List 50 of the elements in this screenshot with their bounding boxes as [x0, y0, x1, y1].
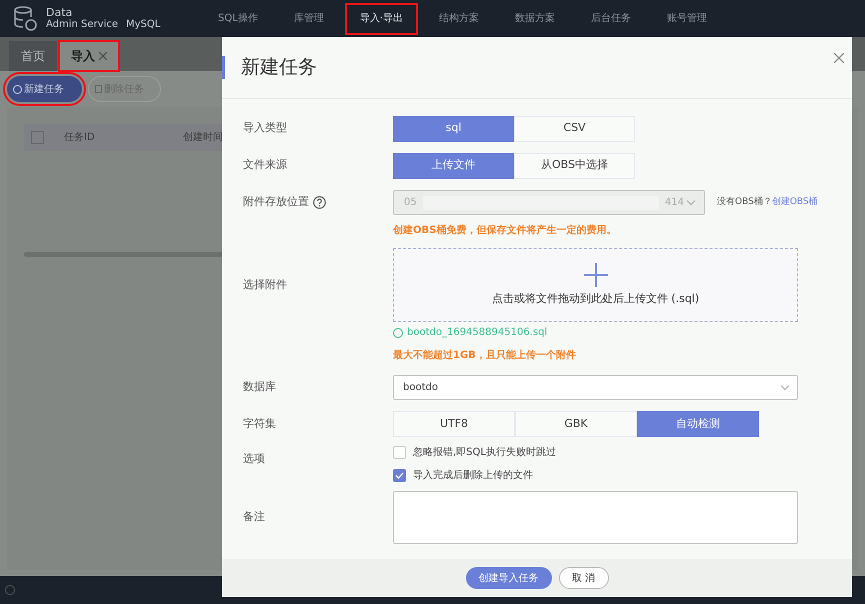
nav-item[interactable]: 结构方案	[424, 4, 493, 34]
nav-item[interactable]: 库管理	[280, 4, 338, 34]
option-label: 忽略报错,即SQL执行失败时跳过	[413, 446, 556, 460]
segment-option[interactable]: CSV	[514, 116, 635, 142]
database-select[interactable]: bootdo	[393, 374, 798, 400]
nav-item[interactable]: 后台任务	[576, 4, 645, 34]
page-tab[interactable]: 首页	[9, 41, 57, 71]
segment-option[interactable]: sql	[393, 116, 514, 142]
dialog-button[interactable]: 取 消	[558, 567, 608, 589]
warning-text: 创建OBS桶免费，但保存文件将产生一定的费用。	[393, 225, 616, 236]
nav-item[interactable]: 数据方案	[500, 4, 569, 34]
dialog-title: 新建任务	[241, 55, 317, 80]
toolbar-button[interactable]: 新建任务	[7, 76, 82, 102]
nav-item[interactable]: SQL操作	[204, 4, 272, 34]
column-header: 创建时间	[183, 130, 224, 145]
segment-option[interactable]: 上传文件	[393, 152, 514, 178]
field-label: 导入类型	[243, 120, 287, 136]
checkbox[interactable]	[31, 131, 44, 144]
field-label: 字符集	[243, 416, 276, 432]
column-header: 任务ID	[64, 131, 96, 145]
segment-option[interactable]: GBK	[515, 411, 637, 437]
field-label: 选项	[243, 452, 265, 465]
nav-item[interactable]: 导入·导出	[346, 4, 417, 34]
page-tab[interactable]: 导入	[59, 41, 119, 71]
field-label: 备注	[243, 509, 265, 526]
field-label: 文件来源	[243, 157, 287, 174]
close-icon[interactable]	[834, 53, 844, 63]
app-title: Data	[46, 6, 74, 18]
option-label: 导入完成后删除上传的文件	[413, 468, 533, 483]
app-subtitle: Admin Service	[46, 18, 118, 30]
close-icon[interactable]	[99, 52, 107, 60]
field-label: 数据库	[243, 378, 276, 395]
notes-field[interactable]	[393, 491, 798, 544]
nav-item[interactable]: 账号管理	[652, 4, 721, 34]
dropzone-text: 点击或将文件拖动到此处后上传文件 (.sql)	[492, 290, 700, 307]
uploaded-file: bootdo_1694588945106.sql	[407, 326, 548, 340]
dialog-button[interactable]: 创建导入任务	[466, 567, 552, 589]
plus-icon	[584, 262, 608, 287]
upload-dropzone[interactable]: 点击或将文件拖动到此处后上传文件 (.sql)	[393, 248, 798, 322]
field-label: 选择附件	[243, 276, 287, 293]
field-label: 附件存放位置	[243, 194, 309, 210]
segment-option[interactable]: 自动检测	[637, 411, 759, 437]
checkbox[interactable]	[393, 469, 406, 482]
segment-option[interactable]: 从OBS中选择	[514, 152, 635, 178]
warning-text: 最大不能超过1GB，且只能上传一个附件	[393, 350, 576, 361]
engine-label: MySQL	[126, 18, 160, 30]
help-icon[interactable]	[313, 196, 326, 209]
database-icon	[12, 4, 38, 32]
segment-option[interactable]: UTF8	[393, 411, 515, 437]
hint-text: 没有OBS桶？	[717, 196, 772, 209]
